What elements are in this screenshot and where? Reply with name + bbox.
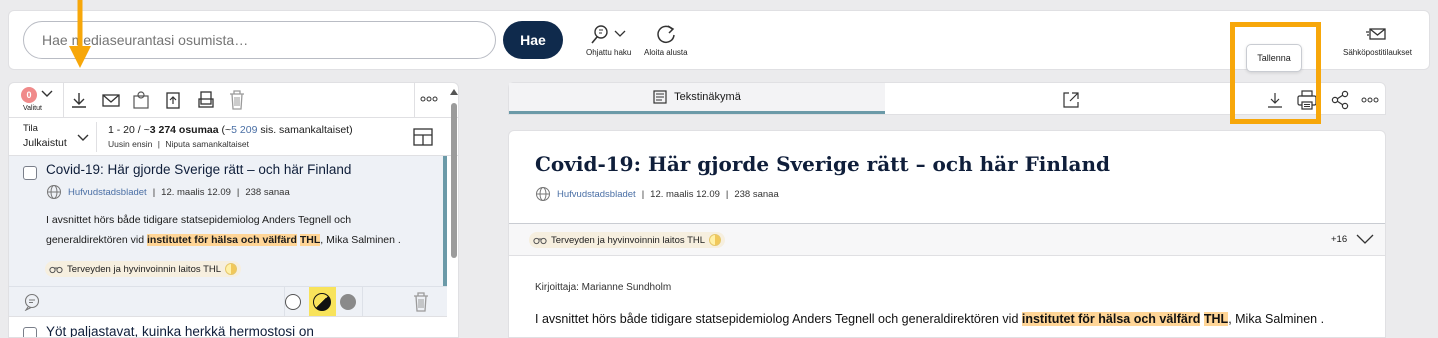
result-list-panel: 0 Valitut Tila Julkaistut 1 - 20 / ~3 27… (8, 82, 459, 338)
binoculars-icon (49, 266, 63, 274)
annotation-arrow (69, 0, 91, 68)
document-body: I avsnittet hörs både tidigare statsepid… (535, 312, 1325, 326)
item-snippet: I avsnittet hörs både tidigare statsepid… (46, 214, 401, 246)
sentiment-negative-button[interactable] (340, 294, 356, 310)
more-icon[interactable] (420, 96, 438, 102)
share-icon[interactable] (1330, 90, 1350, 110)
item-checkbox[interactable] (23, 166, 37, 180)
tab-text-view[interactable]: Tekstinäkymä (509, 83, 885, 114)
list-toolbar: 0 Valitut (9, 83, 458, 118)
copy-icon[interactable] (196, 90, 216, 110)
mail-icon[interactable] (101, 91, 121, 109)
search-advanced-icon (591, 25, 626, 44)
state-dropdown[interactable]: Tila Julkaistut (23, 123, 95, 153)
export-icon[interactable] (164, 90, 182, 110)
globe-icon (47, 185, 61, 199)
item-title[interactable]: Yöt paljastavat, kuinka herkkä hermostos… (46, 324, 314, 337)
result-summary: 1 - 20 / ~3 274 osumaa (~5 209 sis. sama… (108, 124, 353, 136)
source-link[interactable]: Hufvudstadsbladet (68, 187, 147, 198)
delete-icon[interactable] (228, 89, 246, 111)
scrollbar[interactable] (450, 85, 458, 337)
email-alerts-button[interactable]: Sähköpostitilaukset (1343, 23, 1412, 57)
delete-icon[interactable] (412, 291, 430, 313)
share-icon[interactable] (131, 90, 151, 110)
sentiment-icon (709, 234, 722, 246)
search-button[interactable]: Hae (503, 21, 563, 59)
annotation-box (1230, 22, 1321, 124)
comment-icon[interactable] (23, 293, 41, 311)
sentiment-neutral-button[interactable] (285, 294, 301, 310)
divider (96, 122, 97, 152)
more-tags-count[interactable]: +16 (1331, 234, 1347, 245)
divider (63, 83, 64, 118)
download-icon[interactable] (70, 91, 88, 109)
chevron-down-icon (614, 30, 626, 37)
advanced-search-button[interactable]: Ohjattu haku (586, 23, 631, 57)
tag-bar: Terveyden ja hyvinvoinnin laitos THL +16 (509, 223, 1385, 256)
document-title: Covid-19: Här gjorde Sverige rätt – och … (535, 152, 1110, 176)
half-circle-icon (313, 293, 331, 311)
item-actions (9, 286, 447, 317)
item-meta: Hufvudstadsbladet | 12. maalis 12.09 | 238… (46, 184, 290, 200)
layout-icon[interactable] (412, 127, 434, 147)
list-item[interactable]: Yöt paljastavat, kuinka herkkä hermostos… (9, 316, 447, 337)
restart-icon (657, 25, 675, 44)
entity-tag[interactable]: Terveyden ja hyvinvoinnin laitos THL (45, 261, 242, 277)
binoculars-icon (533, 237, 547, 245)
document-meta: Hufvudstadsbladet | 12. maalis 12.09 | 238… (535, 186, 779, 202)
list-item[interactable]: Covid-19: Här gjorde Sverige rätt – och … (9, 156, 447, 286)
document-view: Covid-19: Här gjorde Sverige rätt – och … (508, 130, 1386, 338)
select-all-dropdown[interactable]: 0 Valitut (19, 85, 57, 117)
group-similar-toggle[interactable]: Niputa samankaltaiset (165, 139, 249, 149)
more-icon[interactable] (1361, 97, 1379, 103)
source-link[interactable]: Hufvudstadsbladet (557, 189, 636, 200)
chevron-down-icon (77, 134, 89, 141)
sort-row: Tila Julkaistut 1 - 20 / ~3 274 osumaa (… (9, 119, 458, 156)
chevron-down-icon (41, 90, 53, 97)
author: Kirjoittaja: Marianne Sundholm (535, 282, 672, 293)
entity-tag[interactable]: Terveyden ja hyvinvoinnin laitos THL (529, 232, 726, 248)
selected-count-badge: 0 (21, 87, 37, 103)
divider (414, 83, 415, 118)
selected-label: Valitut (23, 105, 42, 112)
selected-accent (443, 156, 447, 286)
sentiment-icon (225, 263, 238, 275)
scroll-thumb[interactable] (451, 103, 457, 258)
globe-icon (536, 187, 550, 201)
chevron-down-icon[interactable] (1355, 232, 1375, 246)
restart-button[interactable]: Aloita alusta (644, 23, 688, 57)
scroll-up-icon[interactable] (450, 89, 458, 95)
sentiment-mixed-button[interactable] (309, 287, 336, 317)
email-alert-icon (1366, 28, 1387, 40)
text-view-icon (653, 90, 667, 104)
item-checkbox[interactable] (23, 327, 37, 337)
top-bar: Hae Ohjattu haku Aloita alusta Sähköpost… (8, 10, 1430, 70)
item-title[interactable]: Covid-19: Här gjorde Sverige rätt – och … (46, 162, 351, 177)
sort-newest-link[interactable]: Uusin ensin (108, 139, 152, 149)
external-link-icon[interactable] (1061, 90, 1081, 110)
